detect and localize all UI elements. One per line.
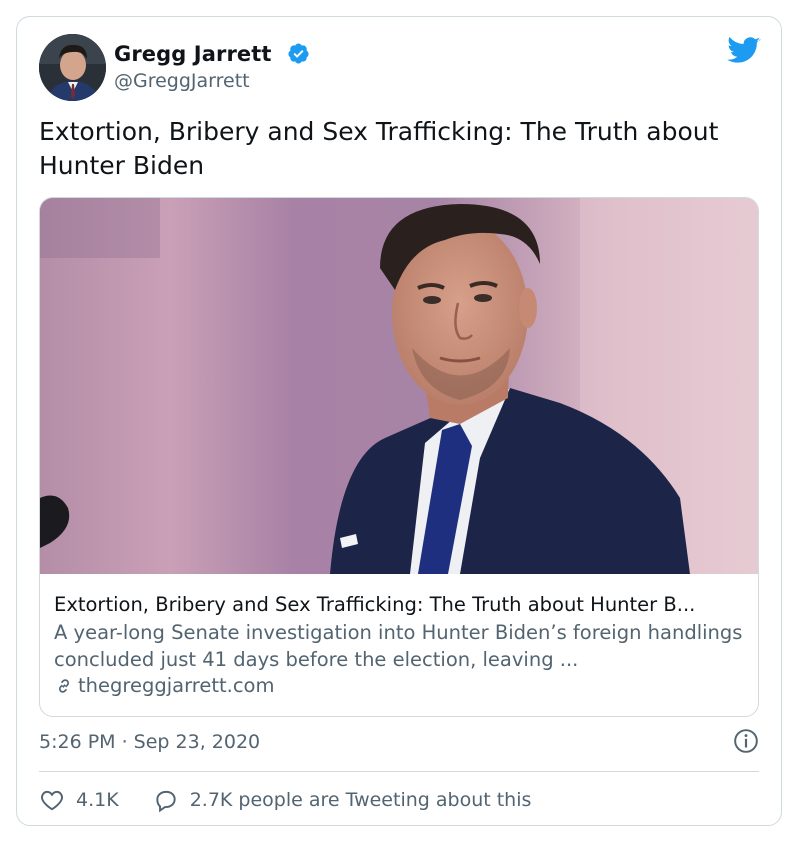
user-handle[interactable]: @GreggJarrett — [114, 70, 250, 92]
display-name[interactable]: Gregg Jarrett — [114, 42, 272, 66]
card-photo[interactable] — [40, 198, 758, 574]
like-count: 4.1K — [76, 789, 119, 811]
info-icon[interactable] — [733, 728, 759, 754]
verified-badge-icon — [288, 43, 309, 64]
avatar[interactable] — [39, 34, 106, 101]
twitter-bird-icon[interactable] — [727, 37, 761, 65]
card-domain[interactable]: thegreggjarrett.com — [54, 674, 275, 697]
reply-text: 2.7K people are Tweeting about this — [189, 789, 532, 811]
heart-icon — [41, 790, 63, 811]
speech-bubble-icon — [156, 790, 176, 813]
card-title[interactable]: Extortion, Bribery and Sex Trafficking: … — [54, 593, 749, 616]
divider — [39, 771, 759, 772]
tweet-text: Extortion, Bribery and Sex Trafficking: … — [39, 117, 719, 180]
reply-button[interactable]: 2.7K people are Tweeting about this — [153, 787, 532, 813]
like-button[interactable]: 4.1K — [39, 787, 119, 813]
card-domain-label: thegreggjarrett.com — [78, 674, 275, 697]
link-icon — [58, 678, 70, 693]
tweet-card[interactable]: Gregg Jarrett @GreggJarrett Extortion, B… — [16, 16, 782, 826]
link-card[interactable]: Extortion, Bribery and Sex Trafficking: … — [39, 197, 759, 717]
timestamp[interactable]: 5:26 PM · Sep 23, 2020 — [39, 731, 260, 753]
card-description: A year-long Senate investigation into Hu… — [54, 621, 743, 671]
avatar-photo — [39, 34, 106, 101]
card-photo-illustration — [40, 198, 758, 574]
action-bar: 4.1K 2.7K people are Tweeting about this — [39, 786, 531, 814]
